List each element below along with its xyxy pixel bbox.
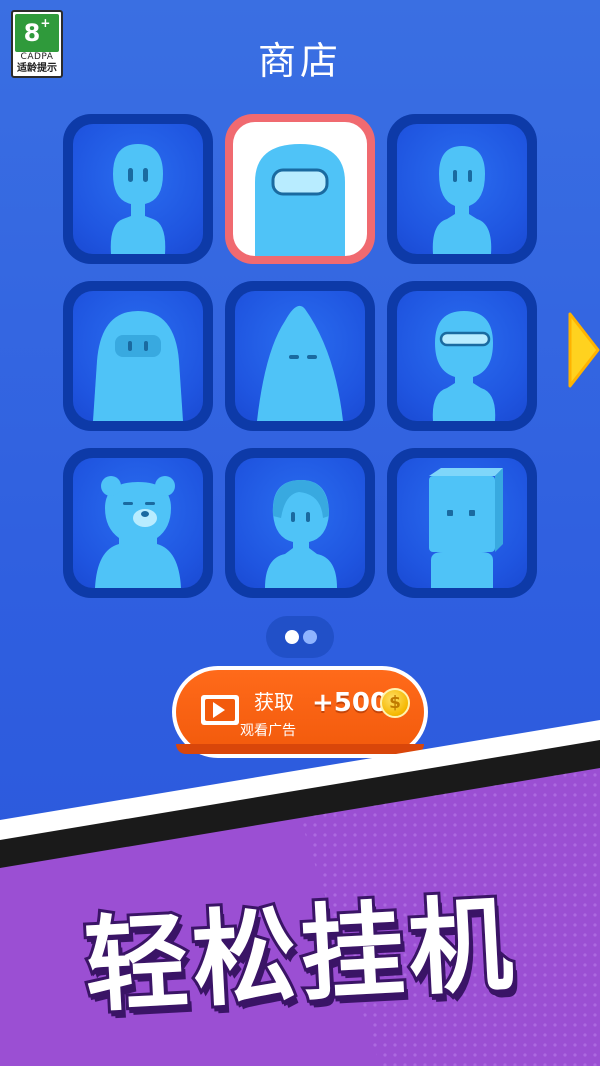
visor-character-icon bbox=[432, 311, 496, 421]
shop-item-hooded-character[interactable] bbox=[63, 281, 213, 431]
bald-character-icon bbox=[432, 146, 492, 254]
shop-item-bald-character[interactable] bbox=[387, 114, 537, 264]
cube-head-character-icon bbox=[429, 468, 503, 588]
crewmate-character-icon bbox=[255, 144, 345, 256]
bob-hair-character-icon bbox=[265, 480, 337, 588]
shop-item-visor-character[interactable] bbox=[387, 281, 537, 431]
bear-character-icon bbox=[95, 476, 181, 588]
shop-item-cone-character[interactable] bbox=[225, 281, 375, 431]
page-title: 商店 bbox=[257, 39, 342, 83]
shop-item-cube-head-character[interactable] bbox=[387, 448, 537, 598]
page-indicator bbox=[266, 616, 334, 658]
cone-character-icon bbox=[257, 305, 343, 421]
page-dot-active[interactable] bbox=[285, 630, 299, 644]
triangle-right-icon[interactable] bbox=[568, 312, 600, 388]
promo-slogan: 轻松挂机 bbox=[79, 880, 523, 1030]
page-dot-inactive[interactable] bbox=[303, 630, 317, 644]
shop-item-bear-character[interactable] bbox=[63, 448, 213, 598]
character-grid bbox=[63, 114, 538, 598]
hooded-character-icon bbox=[93, 311, 183, 421]
shop-item-bob-hair-character[interactable] bbox=[225, 448, 375, 598]
shop-item-bean-character[interactable] bbox=[63, 114, 213, 264]
bean-character-icon bbox=[110, 144, 166, 254]
shop-item-crewmate-character[interactable] bbox=[225, 114, 375, 264]
